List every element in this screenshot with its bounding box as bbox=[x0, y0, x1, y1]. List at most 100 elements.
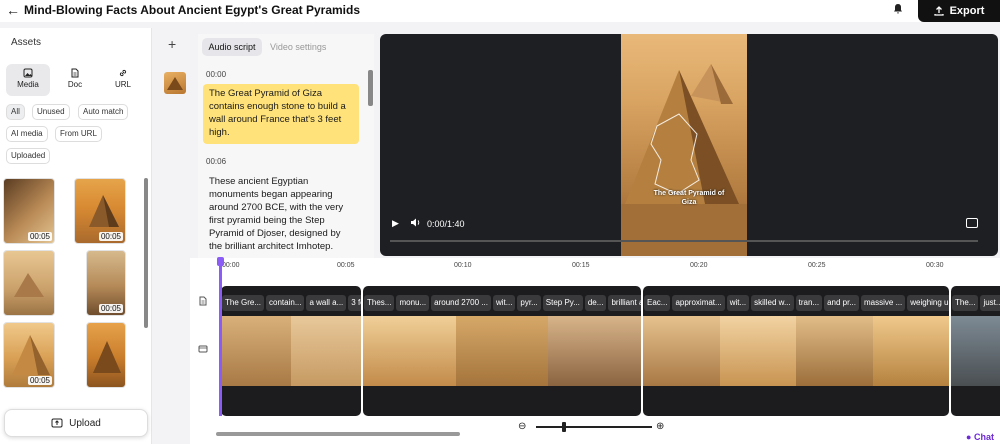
tab-url-label: URL bbox=[114, 80, 131, 89]
caption-chip[interactable]: a wall a... bbox=[306, 295, 347, 311]
timeline-playhead[interactable] bbox=[219, 258, 222, 416]
export-button[interactable]: Export bbox=[918, 0, 1000, 22]
scene-thumbnail[interactable] bbox=[164, 72, 186, 94]
chat-icon: ● bbox=[966, 432, 972, 442]
ruler-tick: 00:30 bbox=[926, 262, 944, 269]
filter-from-url[interactable]: From URL bbox=[55, 126, 102, 142]
segment-timestamp: 00:06 bbox=[206, 157, 227, 166]
timeline-scrollbar[interactable] bbox=[216, 432, 460, 436]
timeline-ruler[interactable]: 00:00 00:05 00:10 00:15 00:20 00:25 00:3… bbox=[218, 258, 1000, 272]
video-caption: The Great Pyramid of Giza bbox=[653, 190, 725, 206]
caption-chip[interactable]: approximat... bbox=[672, 295, 725, 311]
upload-icon bbox=[933, 6, 944, 16]
video-frame-image bbox=[621, 34, 747, 256]
timeline-clip[interactable]: Thes... monu... around 2700 ... wit... p… bbox=[363, 286, 641, 416]
upload-button[interactable]: Upload bbox=[4, 409, 148, 437]
assets-scrollbar[interactable] bbox=[144, 178, 148, 328]
caption-chip[interactable]: 3 fe... bbox=[348, 295, 361, 311]
caption-chip[interactable]: and pr... bbox=[824, 295, 859, 311]
ruler-tick: 00:10 bbox=[454, 262, 472, 269]
timeline-clip[interactable]: The... just... bbox=[951, 286, 1000, 416]
zoom-slider[interactable] bbox=[536, 426, 652, 428]
back-arrow-icon[interactable]: ← bbox=[6, 2, 20, 18]
assets-title: Assets bbox=[11, 37, 42, 48]
script-scrollbar[interactable] bbox=[368, 70, 373, 106]
chat-button[interactable]: ● Chat bbox=[966, 432, 994, 442]
caption-chip[interactable]: wit... bbox=[492, 295, 516, 311]
project-title[interactable]: Mind-Blowing Facts About Ancient Egypt's… bbox=[24, 3, 360, 17]
add-scene-icon[interactable]: + bbox=[168, 36, 176, 52]
filter-unused[interactable]: Unused bbox=[32, 104, 70, 120]
filter-uploaded[interactable]: Uploaded bbox=[6, 148, 51, 164]
caption-chip[interactable]: wit... bbox=[726, 295, 750, 311]
filter-all[interactable]: All bbox=[6, 104, 25, 120]
caption-chip[interactable]: monu... bbox=[396, 295, 430, 311]
zoom-out-icon[interactable]: ⊖ bbox=[518, 421, 526, 432]
caption-chip[interactable]: weighing u... bbox=[907, 295, 949, 311]
ruler-tick: 00:15 bbox=[572, 262, 590, 269]
caption-chip[interactable]: Thes... bbox=[364, 295, 395, 311]
caption-chip[interactable]: skilled w... bbox=[751, 295, 794, 311]
asset-thumbnail[interactable]: 00:05 bbox=[86, 250, 126, 316]
filter-auto-match[interactable]: Auto match bbox=[78, 104, 129, 120]
tab-doc[interactable]: Doc bbox=[53, 64, 97, 96]
timeline-clip[interactable]: Eac... approximat... wit... skilled w...… bbox=[643, 286, 949, 416]
asset-thumbnail[interactable] bbox=[3, 250, 55, 316]
tab-url[interactable]: URL bbox=[101, 64, 145, 96]
export-label: Export bbox=[949, 5, 985, 17]
ruler-tick: 00:25 bbox=[808, 262, 826, 269]
caption-chip[interactable]: contain... bbox=[266, 295, 305, 311]
fullscreen-icon[interactable] bbox=[966, 218, 978, 228]
clip-thumbnails bbox=[951, 316, 1000, 386]
caption-chip[interactable]: around 2700 ... bbox=[431, 295, 491, 311]
caption-chip[interactable]: brilliant a... bbox=[608, 295, 641, 311]
document-icon bbox=[53, 68, 97, 80]
timeline-clip[interactable]: The Gre... contain... a wall a... 3 fe..… bbox=[221, 286, 361, 416]
video-track-icon bbox=[198, 344, 208, 356]
bell-icon[interactable] bbox=[892, 3, 906, 17]
chat-label: Chat bbox=[973, 432, 994, 442]
zoom-in-icon[interactable]: ⊕ bbox=[656, 421, 664, 432]
filter-ai-media[interactable]: AI media bbox=[6, 126, 48, 142]
caption-chip[interactable]: The Gre... bbox=[222, 295, 265, 311]
asset-duration: 00:05 bbox=[98, 304, 123, 313]
caption-track-icon bbox=[198, 296, 208, 308]
caption-chip[interactable]: pyr... bbox=[517, 295, 541, 311]
asset-thumbnail[interactable]: 00:05 bbox=[3, 178, 55, 244]
asset-thumbnail[interactable]: 00:05 bbox=[74, 178, 126, 244]
caption-chip[interactable]: tran... bbox=[795, 295, 823, 311]
script-segment[interactable]: These ancient Egyptian monuments began a… bbox=[203, 175, 359, 253]
tab-audio-script[interactable]: Audio script bbox=[202, 38, 262, 56]
asset-duration: 00:05 bbox=[27, 232, 52, 241]
script-segment[interactable]: The Great Pyramid of Giza contains enoug… bbox=[203, 84, 359, 144]
segment-timestamp: 00:00 bbox=[206, 70, 227, 79]
clip-thumbnails bbox=[363, 316, 641, 386]
asset-thumbnail[interactable] bbox=[86, 322, 126, 388]
caption-chip[interactable]: Step Py... bbox=[542, 295, 583, 311]
upload-icon bbox=[51, 418, 63, 428]
volume-icon[interactable] bbox=[410, 218, 421, 229]
caption-chip[interactable]: massive ... bbox=[861, 295, 906, 311]
play-icon[interactable]: ▶ bbox=[392, 218, 399, 229]
caption-chip[interactable]: just... bbox=[980, 295, 1000, 311]
tab-video-settings[interactable]: Video settings bbox=[270, 38, 326, 56]
image-icon bbox=[6, 68, 50, 80]
zoom-slider-handle[interactable] bbox=[562, 422, 566, 432]
caption-chip[interactable]: The... bbox=[952, 295, 979, 311]
clip-thumbnails bbox=[221, 316, 361, 386]
asset-thumbnail[interactable]: 00:05 bbox=[3, 322, 55, 388]
ruler-tick: 00:20 bbox=[690, 262, 708, 269]
tab-media-label: Media bbox=[17, 80, 39, 89]
ruler-tick: 00:05 bbox=[337, 262, 355, 269]
asset-duration: 00:05 bbox=[27, 376, 52, 385]
tab-doc-label: Doc bbox=[67, 80, 83, 89]
ruler-tick: 00:00 bbox=[222, 262, 240, 269]
upload-label: Upload bbox=[69, 417, 101, 429]
caption-chip[interactable]: de... bbox=[584, 295, 607, 311]
video-time: 0:00/1:40 bbox=[427, 219, 465, 229]
video-progress-bar[interactable] bbox=[390, 240, 978, 242]
clip-thumbnails bbox=[643, 316, 949, 386]
tab-media[interactable]: Media bbox=[6, 64, 50, 96]
playhead-handle[interactable] bbox=[217, 257, 224, 266]
caption-chip[interactable]: Eac... bbox=[644, 295, 671, 311]
